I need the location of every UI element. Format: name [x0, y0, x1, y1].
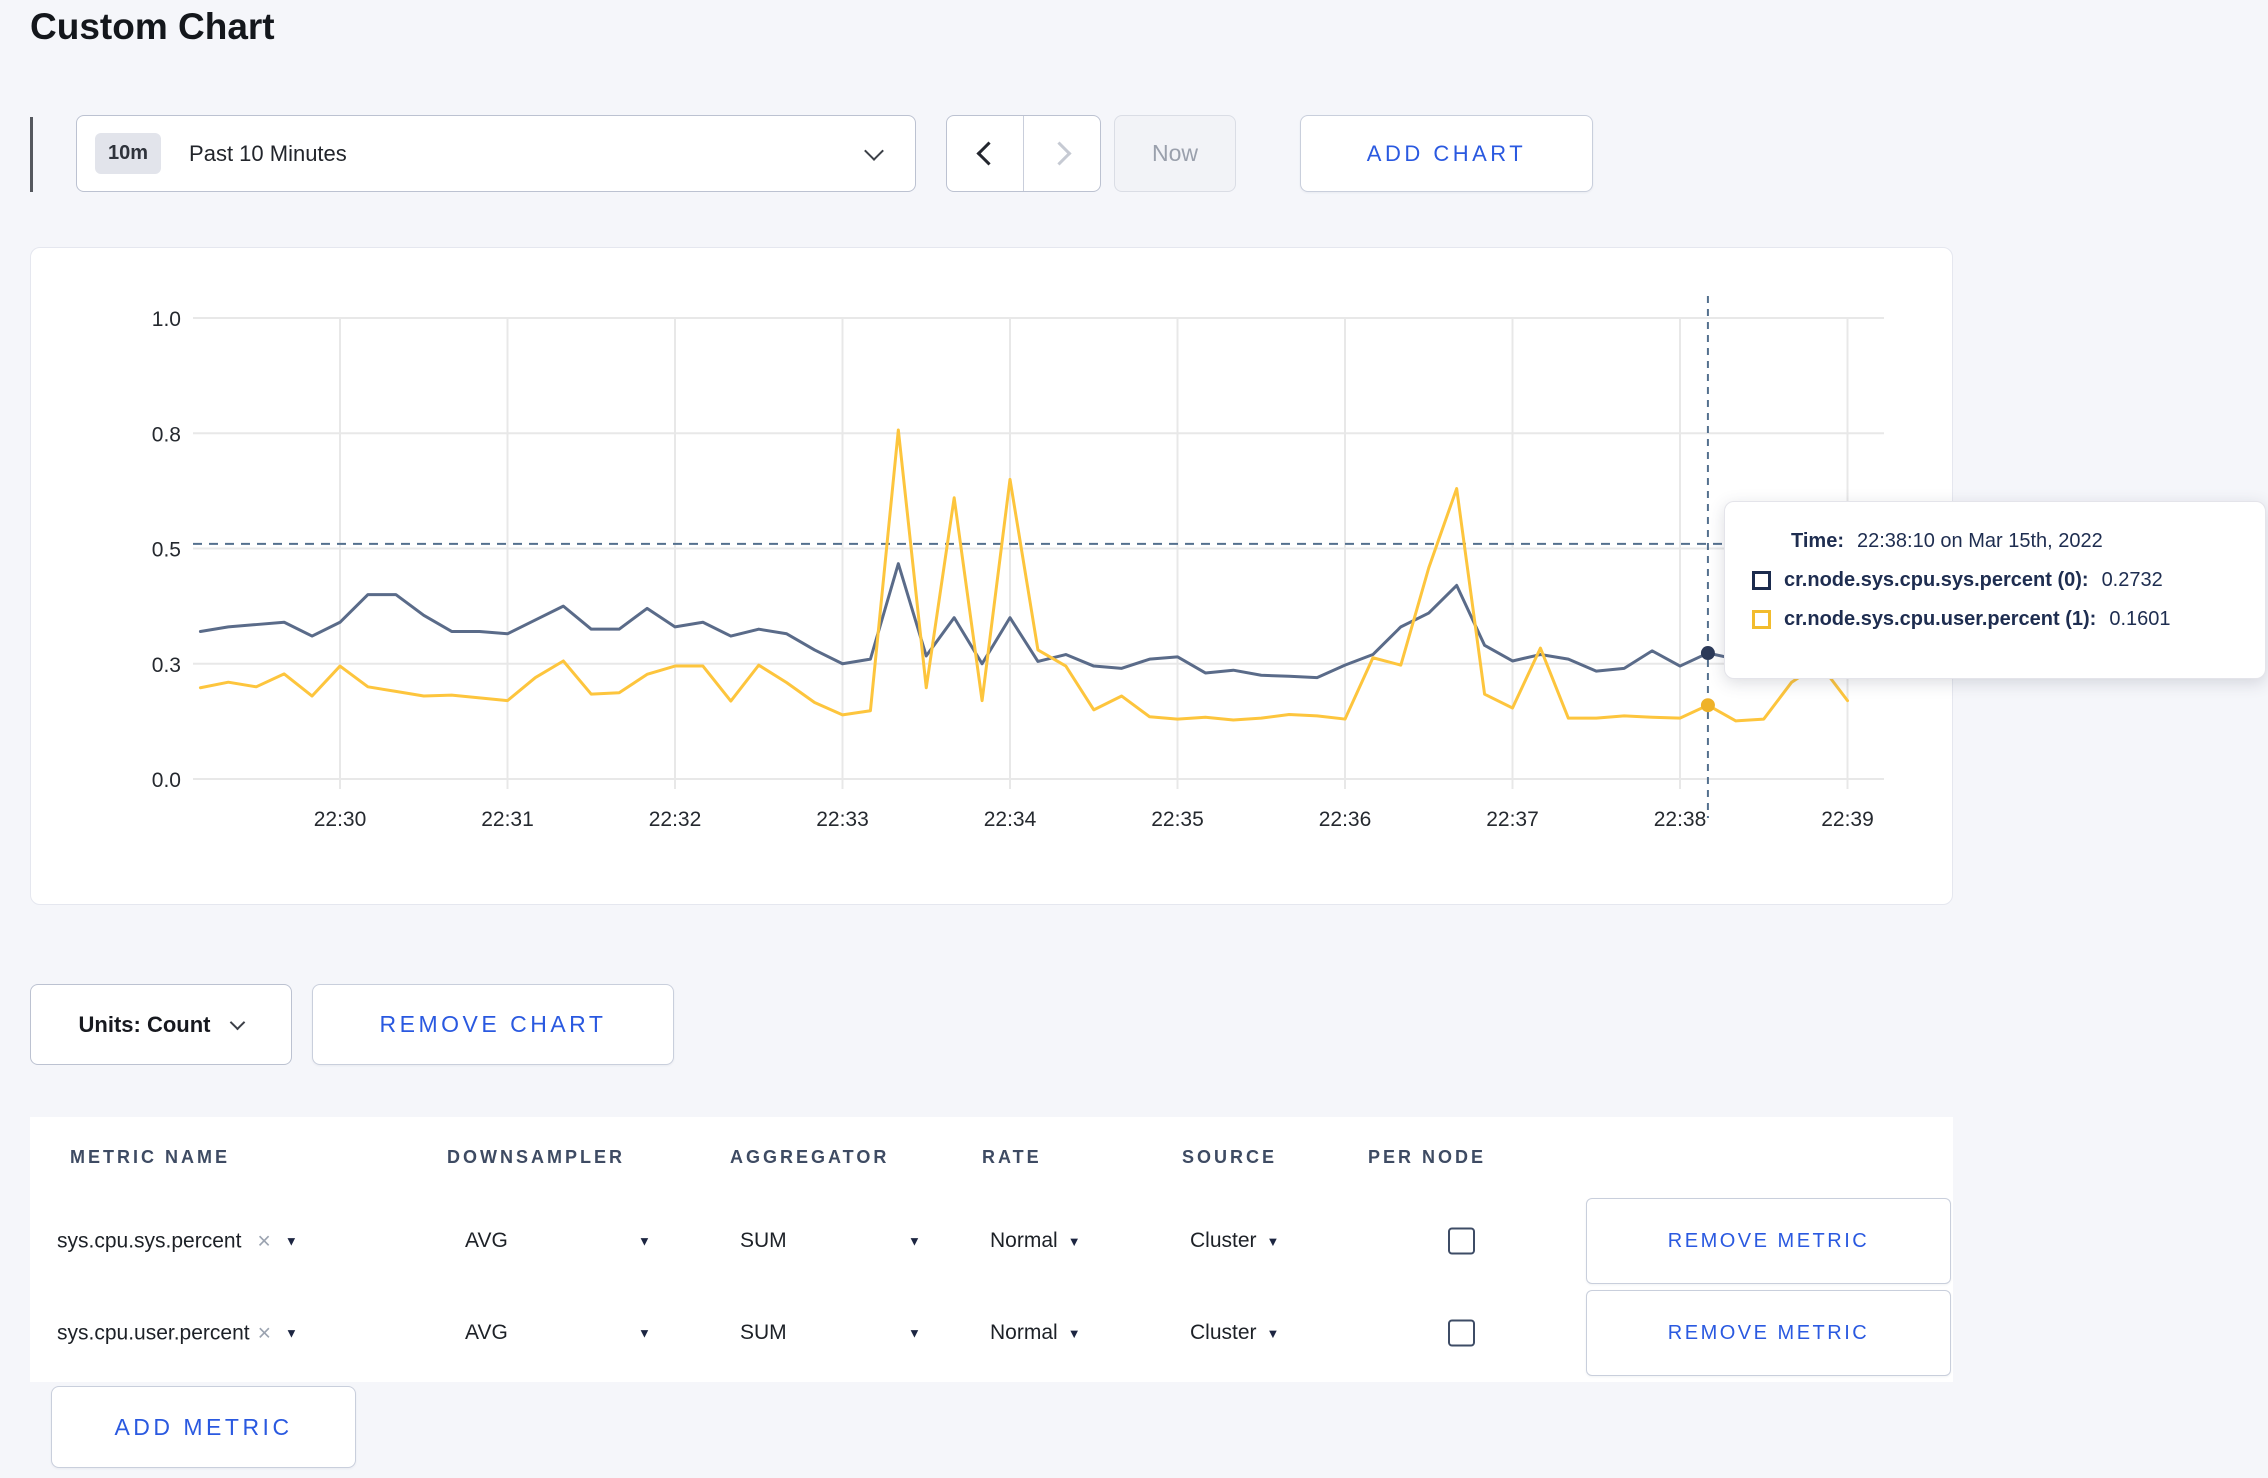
metric-name-value: sys.cpu.sys.percent [57, 1229, 242, 1252]
caret-down-icon: ▼ [284, 1233, 298, 1249]
tooltip-user-label: cr.node.sys.cpu.user.percent (1): [1784, 608, 2097, 630]
source-value: Cluster [1190, 1321, 1257, 1344]
tooltip-user-value: 0.1601 [2109, 608, 2171, 630]
downsampler-select[interactable]: AVG [465, 1229, 508, 1253]
x-axis-label: 22:34 [984, 808, 1037, 831]
col-header-per-node: PER NODE [1368, 1147, 1487, 1167]
x-axis-label: 22:35 [1151, 808, 1204, 831]
chevron-right-icon [1046, 141, 1072, 166]
caret-down-icon: ▼ [638, 1325, 651, 1341]
rate-select[interactable]: Normal ▼ [990, 1229, 1081, 1253]
units-label: Units: Count [78, 1011, 211, 1037]
time-range-badge: 10m [95, 133, 162, 174]
aggregator-value: SUM [740, 1229, 787, 1252]
x-axis-label: 22:38 [1654, 808, 1707, 831]
rate-select[interactable]: Normal ▼ [990, 1321, 1081, 1345]
aggregator-caret[interactable]: ▼ [908, 1326, 921, 1341]
series-line-sys [198, 562, 1738, 680]
metric-row: sys.cpu.sys.percent × ▼ AVG ▼ SUM ▼ Norm… [30, 1196, 1953, 1286]
time-range-select[interactable]: 10m Past 10 Minutes [76, 115, 916, 192]
col-header-aggregator: AGGREGATOR [730, 1147, 890, 1167]
x-axis-label: 22:33 [816, 808, 869, 831]
rate-value: Normal [990, 1229, 1058, 1252]
y-axis-label: 0.8 [152, 423, 181, 446]
y-axis-label: 1.0 [152, 308, 181, 331]
metric-name-select[interactable]: sys.cpu.user.percent × ▼ [57, 1320, 298, 1347]
metric-name-select[interactable]: sys.cpu.sys.percent × ▼ [57, 1228, 298, 1255]
caret-down-icon: ▼ [1266, 1325, 1280, 1341]
metric-name-value: sys.cpu.user.percent [57, 1321, 250, 1344]
caret-down-icon: ▼ [1067, 1325, 1081, 1341]
tooltip-sys-label: cr.node.sys.cpu.sys.percent (0): [1784, 569, 2089, 591]
add-chart-button[interactable]: ADD CHART [1300, 115, 1593, 192]
remove-chart-button[interactable]: REMOVE CHART [312, 984, 674, 1065]
chart-tooltip: Time: 22:38:10 on Mar 15th, 2022 cr.node… [1724, 501, 2266, 679]
prev-time-button[interactable] [947, 116, 1024, 191]
source-select[interactable]: Cluster ▼ [1190, 1229, 1279, 1253]
source-select[interactable]: Cluster ▼ [1190, 1321, 1279, 1345]
hover-dot-sys [1700, 646, 1715, 661]
col-header-downsampler: DOWNSAMPLER [447, 1147, 625, 1167]
caret-down-icon: ▼ [1266, 1233, 1280, 1249]
sys-series-swatch-icon [1752, 571, 1771, 590]
per-node-checkbox[interactable] [1448, 1319, 1475, 1347]
col-header-metric-name: METRIC NAME [70, 1147, 230, 1167]
tooltip-sys-value: 0.2732 [2101, 569, 2163, 591]
time-range-label: Past 10 Minutes [189, 140, 347, 166]
page-title: Custom Chart [30, 6, 275, 47]
clear-metric-icon[interactable]: × [258, 1320, 271, 1347]
aggregator-value: SUM [740, 1321, 787, 1344]
aggregator-caret[interactable]: ▼ [908, 1234, 921, 1249]
now-button[interactable]: Now [1114, 115, 1236, 192]
toolbar-divider [30, 117, 33, 192]
downsampler-select[interactable]: AVG [465, 1321, 508, 1345]
clear-metric-icon[interactable]: × [257, 1228, 270, 1255]
units-select[interactable]: Units: Count [30, 984, 292, 1065]
x-axis-label: 22:30 [314, 808, 367, 831]
metric-row: sys.cpu.user.percent × ▼ AVG ▼ SUM ▼ Nor… [30, 1288, 1953, 1378]
caret-down-icon: ▼ [285, 1325, 298, 1341]
aggregator-select[interactable]: SUM [740, 1321, 787, 1345]
add-metric-button[interactable]: ADD METRIC [51, 1386, 356, 1468]
chevron-down-icon [230, 1014, 246, 1031]
chevron-down-icon [864, 140, 884, 161]
source-value: Cluster [1190, 1229, 1257, 1252]
x-axis-label: 22:39 [1821, 808, 1874, 831]
time-pager [946, 115, 1101, 192]
tooltip-time-value: 22:38:10 on Mar 15th, 2022 [1856, 530, 2103, 552]
downsampler-value: AVG [465, 1321, 508, 1344]
chart-card: 0.0 0.3 0.5 0.8 1.0 22:30 22:31 22:32 22:33 22:34… [30, 247, 2266, 906]
y-axis-label: 0.0 [152, 769, 181, 792]
downsampler-caret[interactable]: ▼ [638, 1234, 651, 1249]
caret-down-icon: ▼ [908, 1233, 921, 1249]
col-header-rate: RATE [982, 1147, 1042, 1167]
y-axis-label: 0.3 [152, 654, 181, 677]
caret-down-icon: ▼ [908, 1325, 921, 1341]
caret-down-icon: ▼ [1067, 1233, 1081, 1249]
tooltip-time-label: Time: [1791, 530, 1844, 552]
rate-value: Normal [990, 1321, 1058, 1344]
col-header-source: SOURCE [1182, 1147, 1278, 1167]
x-axis-label: 22:36 [1319, 808, 1372, 831]
downsampler-caret[interactable]: ▼ [638, 1326, 651, 1341]
chart-plot[interactable]: 0.0 0.3 0.5 0.8 1.0 22:30 22:31 22:32 22:33 22:34… [31, 248, 1954, 906]
metrics-table: METRIC NAME DOWNSAMPLER AGGREGATOR RATE … [30, 1117, 1953, 1382]
hover-dot-user [1700, 698, 1715, 713]
x-axis-label: 22:32 [649, 808, 702, 831]
aggregator-select[interactable]: SUM [740, 1229, 787, 1253]
remove-metric-button[interactable]: REMOVE METRIC [1586, 1198, 1951, 1284]
x-axis-label: 22:37 [1486, 808, 1539, 831]
user-series-swatch-icon [1752, 610, 1771, 629]
next-time-button[interactable] [1024, 116, 1100, 191]
chevron-left-icon [975, 141, 1001, 166]
remove-metric-button[interactable]: REMOVE METRIC [1586, 1290, 1951, 1376]
y-axis-label: 0.5 [152, 539, 181, 562]
series-line-user [198, 428, 1849, 723]
x-axis-label: 22:31 [481, 808, 534, 831]
per-node-checkbox[interactable] [1448, 1227, 1475, 1255]
downsampler-value: AVG [465, 1229, 508, 1252]
caret-down-icon: ▼ [638, 1233, 651, 1249]
